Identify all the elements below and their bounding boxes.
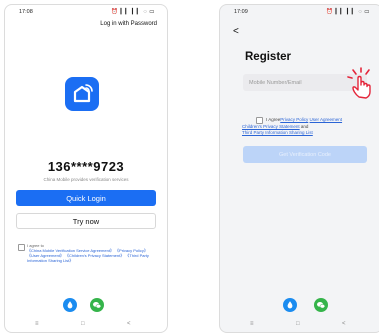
agreement-checkbox[interactable] (18, 244, 25, 251)
register-screen: 17:09 ⏰ ▎▎ ▎▎ ◌ ▭ < Register I AgreePriv… (219, 4, 379, 333)
privacy-policy-link[interactable]: Privacy Policy (280, 117, 308, 122)
app-logo-icon (65, 77, 99, 111)
status-icons: ⏰ ▎▎ ▎▎ ◌ ▭ (326, 9, 370, 15)
agreement-checkbox[interactable] (256, 117, 263, 124)
quick-login-screen: 17:08 ⏰ ▎▎ ▎▎ ◌ ▭ Log in with Password 1… (4, 4, 168, 333)
login-with-password-link[interactable]: Log in with Password (100, 21, 157, 27)
agreement-prefix: I Agree (266, 117, 281, 122)
status-bar: 17:08 ⏰ ▎▎ ▎▎ ◌ ▭ (5, 5, 167, 19)
status-time: 17:09 (234, 9, 248, 15)
nav-menu-icon[interactable]: ≡ (35, 321, 39, 327)
status-icons: ⏰ ▎▎ ▎▎ ◌ ▭ (111, 9, 155, 15)
status-bar: 17:09 ⏰ ▎▎ ▎▎ ◌ ▭ (220, 5, 379, 19)
agreement-section: I agree to 《China Mobile Verification Se… (18, 243, 158, 263)
nav-home-icon[interactable]: □ (81, 321, 85, 327)
agreement-section: I AgreePrivacy Policy User Agreement Chi… (242, 117, 379, 136)
system-nav-bar: ≡ □ < (5, 319, 167, 332)
system-nav-bar: ≡ □ < (220, 319, 379, 332)
quick-login-button[interactable]: Quick Login (16, 190, 156, 206)
user-agreement-link[interactable]: User Agreement (310, 117, 343, 122)
masked-phone-number: 136****9723 (47, 159, 125, 174)
third-party-list-link[interactable]: Third Party Information Sharing List (242, 130, 313, 135)
drop-login-icon[interactable] (283, 298, 297, 312)
try-now-button[interactable]: Try now (16, 213, 156, 229)
nav-home-icon[interactable]: □ (296, 321, 300, 327)
provider-text: China Mobile provides verification servi… (43, 177, 129, 182)
back-icon[interactable]: < (233, 27, 239, 37)
nav-menu-icon[interactable]: ≡ (250, 321, 254, 327)
children-privacy-link[interactable]: Children's Privacy Statement (242, 124, 300, 129)
tap-hand-icon (347, 67, 371, 99)
wechat-login-icon[interactable] (90, 298, 104, 312)
agreement-and: and (299, 124, 309, 129)
nav-back-icon[interactable]: < (127, 321, 131, 327)
agreement-links[interactable]: 《China Mobile Verification Service Agree… (27, 248, 149, 263)
status-time: 17:08 (19, 9, 33, 15)
page-title: Register (245, 51, 292, 63)
get-verification-code-button[interactable]: Get Verification Code (243, 146, 367, 163)
wechat-login-icon[interactable] (314, 298, 328, 312)
drop-login-icon[interactable] (63, 298, 77, 312)
nav-back-icon[interactable]: < (342, 321, 346, 327)
